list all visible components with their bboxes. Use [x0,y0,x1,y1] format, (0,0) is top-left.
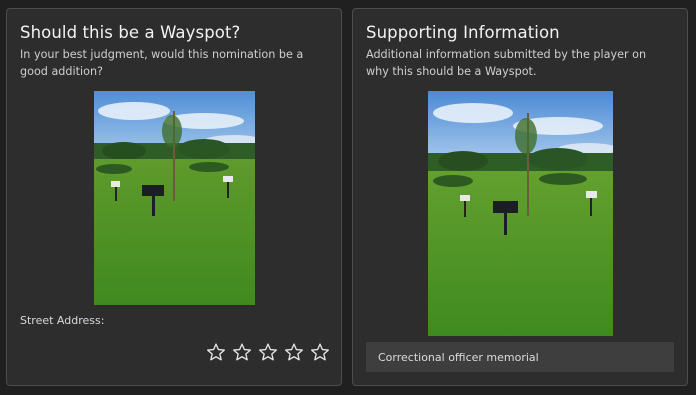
star-rating-2-icon[interactable] [232,342,252,362]
supporting-photo[interactable] [428,91,613,336]
supporting-photo-image [428,91,613,336]
street-address-label: Street Address: [20,314,105,327]
supporting-info-value: Correctional officer memorial [378,350,539,364]
nomination-photo[interactable] [94,91,255,305]
star-rating-1-icon[interactable] [206,342,226,362]
supporting-information-card: Supporting Information Additional inform… [352,8,688,386]
nomination-review-card: Should this be a Wayspot? In your best j… [6,8,342,386]
card-subtitle: In your best judgment, would this nomina… [20,48,304,78]
card-title: Should this be a Wayspot? [20,23,241,42]
star-rating [206,342,330,362]
card-title: Supporting Information [366,23,560,42]
supporting-info-text: Correctional officer memorial [366,342,674,372]
nomination-photo-image [94,91,255,305]
star-rating-5-icon[interactable] [310,342,330,362]
star-rating-3-icon[interactable] [258,342,278,362]
card-subtitle: Additional information submitted by the … [366,48,647,78]
star-rating-4-icon[interactable] [284,342,304,362]
